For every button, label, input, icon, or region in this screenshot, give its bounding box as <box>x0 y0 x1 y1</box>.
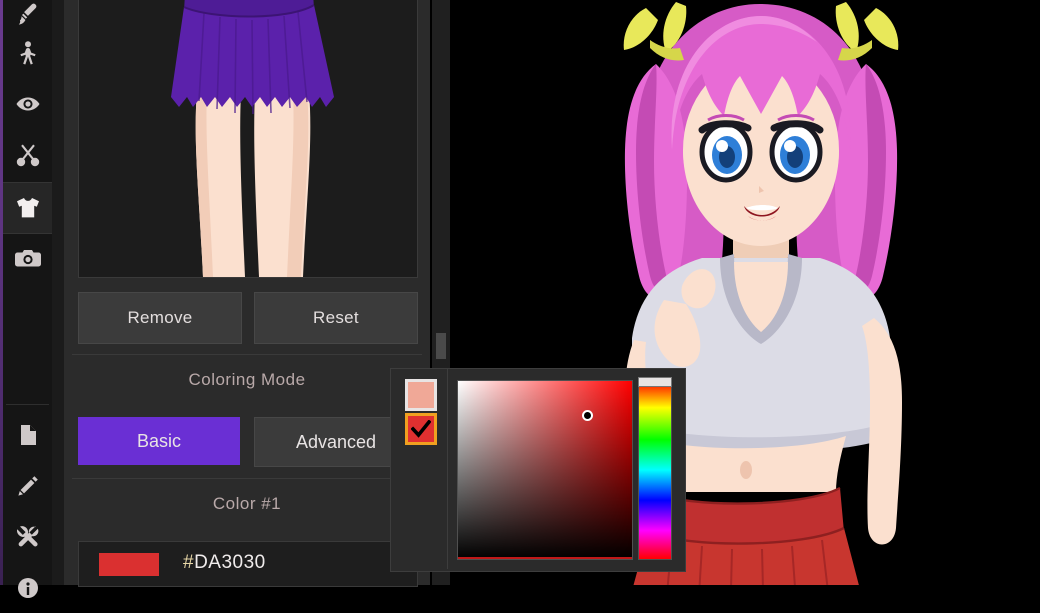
coloring-mode-basic[interactable]: Basic <box>78 417 240 465</box>
sv-bottom-accent <box>458 557 632 559</box>
section-divider <box>72 354 422 355</box>
hue-slider-handle[interactable] <box>638 377 672 387</box>
tools-icon <box>14 524 42 550</box>
hex-prefix: # <box>183 552 195 573</box>
coloring-mode-toggle: Basic Advanced <box>78 417 418 467</box>
sidebar-item-hair[interactable] <box>3 130 52 180</box>
current-color-swatch[interactable] <box>405 413 437 445</box>
reset-button[interactable]: Reset <box>254 292 418 344</box>
eye-left <box>698 120 753 183</box>
application-window: Remove Reset Coloring Mode Basic Advance… <box>0 0 1040 598</box>
panel-scrollbar-thumb[interactable] <box>436 333 446 359</box>
sidebar-item-pose[interactable] <box>3 28 52 78</box>
coloring-mode-title: Coloring Mode <box>188 370 306 389</box>
tool-rail <box>0 0 52 598</box>
person-icon <box>15 40 41 66</box>
section-divider-2 <box>72 478 422 479</box>
sidebar-item-files[interactable] <box>3 410 52 460</box>
previous-color-swatch[interactable] <box>405 379 437 411</box>
brush-icon <box>15 2 41 28</box>
color-hex-value: #DA3030 <box>183 552 266 574</box>
scissors-icon <box>15 142 41 168</box>
sidebar-item-clothes[interactable] <box>3 182 52 234</box>
camera-icon <box>13 245 43 271</box>
sv-cursor-handle[interactable] <box>581 409 593 421</box>
picker-swatch-column <box>391 369 448 569</box>
sidebar-item-info[interactable] <box>3 563 52 613</box>
pencil-icon <box>15 473 41 499</box>
sidebar-item-face[interactable] <box>3 79 52 129</box>
check-icon <box>411 420 431 438</box>
saturation-value-field[interactable] <box>457 380 633 560</box>
color-swatch[interactable] <box>99 553 159 576</box>
item-preview[interactable] <box>78 0 418 278</box>
item-actions: Remove Reset <box>78 292 418 344</box>
sv-black-overlay <box>458 381 632 559</box>
info-icon <box>15 575 41 601</box>
panel-gutter <box>52 0 64 585</box>
color-picker-popup[interactable] <box>390 368 686 572</box>
eye-right <box>769 120 824 183</box>
clothing-panel: Remove Reset Coloring Mode Basic Advance… <box>64 0 430 587</box>
color-slot-row[interactable]: #DA3030 <box>78 541 418 587</box>
eye-icon <box>14 91 42 117</box>
sidebar-item-camera[interactable] <box>3 233 52 283</box>
sidebar-item-settings[interactable] <box>3 512 52 562</box>
tshirt-icon <box>13 195 43 221</box>
hue-slider[interactable] <box>638 380 672 560</box>
sidebar-item-draw[interactable] <box>3 461 52 511</box>
hex-digits: DA3030 <box>194 552 266 573</box>
color-slot-title: Color #1 <box>212 494 282 513</box>
rail-divider <box>6 404 49 405</box>
document-icon <box>16 422 40 448</box>
remove-button[interactable]: Remove <box>78 292 242 344</box>
